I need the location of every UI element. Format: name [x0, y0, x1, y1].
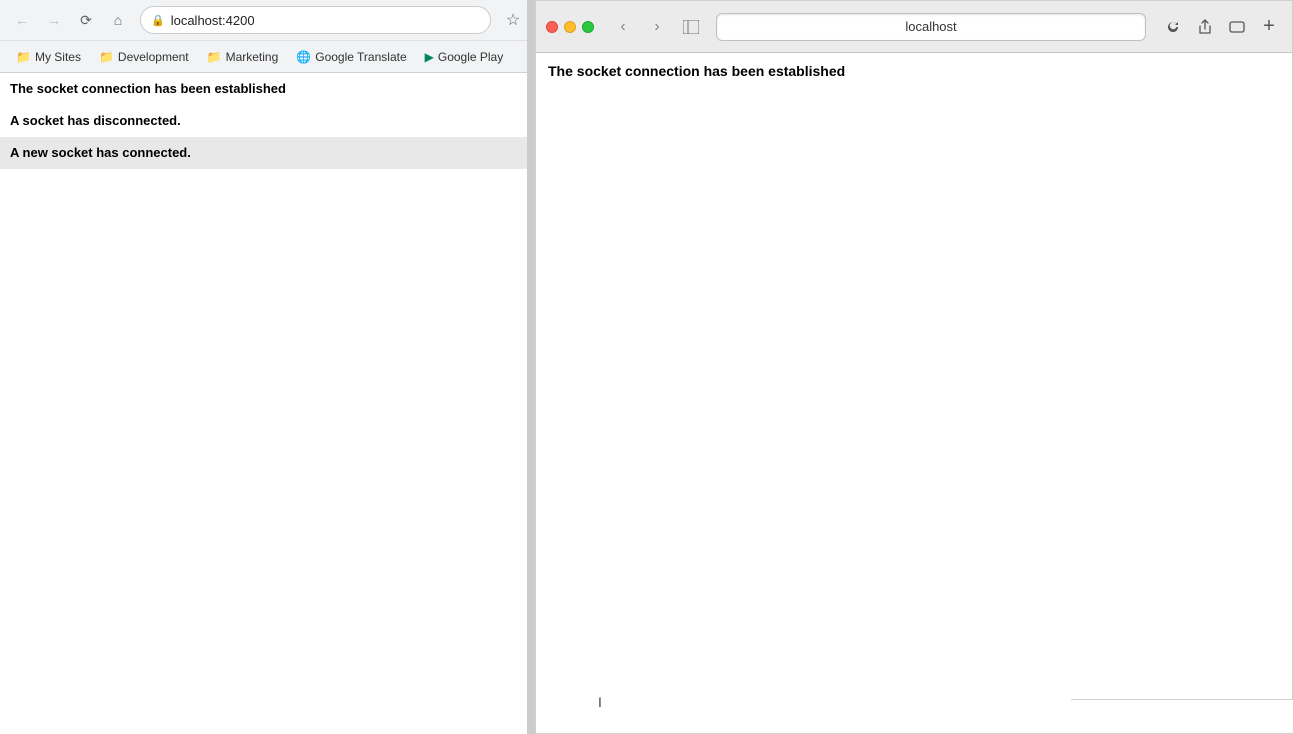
- folder-icon: 📁: [207, 50, 222, 64]
- back-button[interactable]: ←: [8, 6, 36, 34]
- chrome-bookmarks-bar: 📁 My Sites 📁 Development 📁 Marketing 🌐 G…: [0, 40, 535, 72]
- safari-controls-row: ‹ › localhost: [536, 1, 1292, 52]
- safari-address-text: localhost: [905, 19, 956, 34]
- minimize-button[interactable]: [564, 21, 576, 33]
- safari-reload-button[interactable]: [1160, 14, 1186, 40]
- bookmark-google-play[interactable]: ▶ Google Play: [417, 48, 512, 66]
- folder-icon: 📁: [99, 50, 114, 64]
- maximize-button[interactable]: [582, 21, 594, 33]
- safari-traffic-lights: [546, 21, 594, 33]
- translate-icon: 🌐: [296, 50, 311, 64]
- play-icon: ▶: [425, 50, 434, 64]
- chrome-content: The socket connection has been establish…: [0, 73, 535, 734]
- chrome-nav-bar: ← → ⟳ ⌂ 🔒 localhost:4200 ☆: [0, 0, 535, 40]
- message-text: The socket connection has been establish…: [10, 81, 286, 96]
- safari-content: The socket connection has been establish…: [536, 53, 1292, 733]
- safari-forward-button[interactable]: ›: [644, 14, 670, 40]
- safari-browser: ‹ › localhost: [535, 0, 1293, 734]
- message-text: A socket has disconnected.: [10, 113, 181, 128]
- message-text: A new socket has connected.: [10, 145, 191, 160]
- safari-new-tab-button[interactable]: +: [1256, 14, 1282, 40]
- bookmark-my-sites[interactable]: 📁 My Sites: [8, 48, 89, 66]
- safari-back-button[interactable]: ‹: [610, 14, 636, 40]
- safari-share-button[interactable]: [1192, 14, 1218, 40]
- reload-button[interactable]: ⟳: [72, 6, 100, 34]
- chrome-address-text: localhost:4200: [171, 13, 255, 28]
- bookmark-label: Google Translate: [315, 50, 406, 64]
- chrome-address-bar[interactable]: 🔒 localhost:4200: [140, 6, 491, 34]
- lock-icon: 🔒: [151, 14, 165, 27]
- safari-action-buttons: +: [1160, 14, 1282, 40]
- bookmark-google-translate[interactable]: 🌐 Google Translate: [288, 48, 414, 66]
- bookmark-label: Marketing: [226, 50, 279, 64]
- forward-button[interactable]: →: [40, 6, 68, 34]
- safari-titlebar: ‹ › localhost: [536, 1, 1292, 53]
- message-list: The socket connection has been establish…: [0, 73, 535, 169]
- bookmark-development[interactable]: 📁 Development: [91, 48, 197, 66]
- bookmark-label: Development: [118, 50, 189, 64]
- table-row: A socket has disconnected.: [0, 105, 535, 137]
- home-button[interactable]: ⌂: [104, 6, 132, 34]
- message-input[interactable]: [1071, 700, 1293, 733]
- chrome-toolbar: ← → ⟳ ⌂ 🔒 localhost:4200 ☆ 📁 My Sites 📁 …: [0, 0, 535, 73]
- bookmark-star-button[interactable]: ☆: [499, 6, 527, 34]
- safari-message: The socket connection has been establish…: [548, 63, 1280, 79]
- bookmark-marketing[interactable]: 📁 Marketing: [199, 48, 287, 66]
- folder-icon: 📁: [16, 50, 31, 64]
- chrome-browser: ← → ⟳ ⌂ 🔒 localhost:4200 ☆ 📁 My Sites 📁 …: [0, 0, 535, 734]
- safari-tab-overview-button[interactable]: [1224, 14, 1250, 40]
- bookmark-label: My Sites: [35, 50, 81, 64]
- safari-address-bar[interactable]: localhost: [716, 13, 1146, 41]
- safari-sidebar-button[interactable]: [678, 14, 704, 40]
- table-row: A new socket has connected.: [0, 137, 535, 169]
- bookmark-label: Google Play: [438, 50, 503, 64]
- close-button[interactable]: [546, 21, 558, 33]
- table-row: The socket connection has been establish…: [0, 73, 535, 105]
- vertical-divider: [527, 0, 535, 734]
- message-input-bar: Send: [1071, 699, 1293, 733]
